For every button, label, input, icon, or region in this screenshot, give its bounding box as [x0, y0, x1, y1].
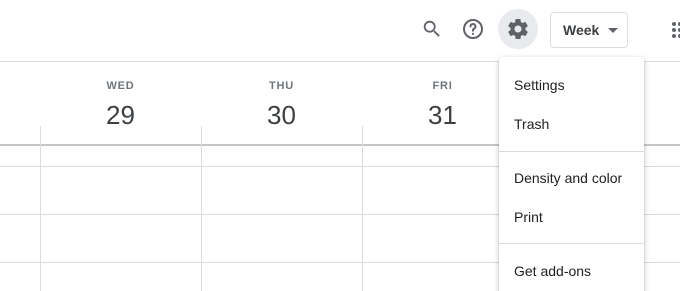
chevron-down-icon — [608, 28, 618, 33]
day-of-week: THU — [268, 80, 294, 92]
calendar-app: Week WED 29 THU 30 FRI 31 Settings Trash — [0, 0, 680, 291]
menu-item-settings[interactable]: Settings — [499, 65, 644, 105]
day-header-thu: THU 30 — [201, 62, 362, 146]
column-divider — [40, 126, 41, 291]
menu-item-density-and-color[interactable]: Density and color — [499, 158, 644, 198]
menu-divider — [499, 151, 644, 152]
day-header-wed: WED 29 — [40, 62, 201, 146]
view-select-label: Week — [563, 22, 600, 38]
menu-item-trash[interactable]: Trash — [499, 104, 644, 144]
settings-menu: Settings Trash Density and color Print G… — [499, 57, 644, 291]
top-bar: Week — [0, 0, 680, 62]
day-of-week: WED — [106, 80, 135, 92]
view-select[interactable]: Week — [550, 12, 628, 48]
column-divider — [362, 126, 363, 291]
menu-divider — [499, 243, 644, 244]
settings-button[interactable] — [498, 9, 538, 49]
gear-icon — [508, 18, 528, 39]
help-button[interactable] — [453, 9, 493, 49]
search-button[interactable] — [412, 9, 452, 49]
day-number[interactable]: 29 — [40, 100, 201, 131]
menu-item-get-add-ons[interactable]: Get add-ons — [499, 251, 644, 291]
search-icon — [423, 20, 440, 37]
column-divider — [201, 126, 202, 291]
day-number[interactable]: 30 — [201, 100, 362, 131]
apps-grid-icon — [672, 22, 680, 38]
menu-item-print[interactable]: Print — [499, 197, 644, 237]
help-icon — [463, 19, 483, 39]
apps-button[interactable] — [662, 18, 680, 42]
